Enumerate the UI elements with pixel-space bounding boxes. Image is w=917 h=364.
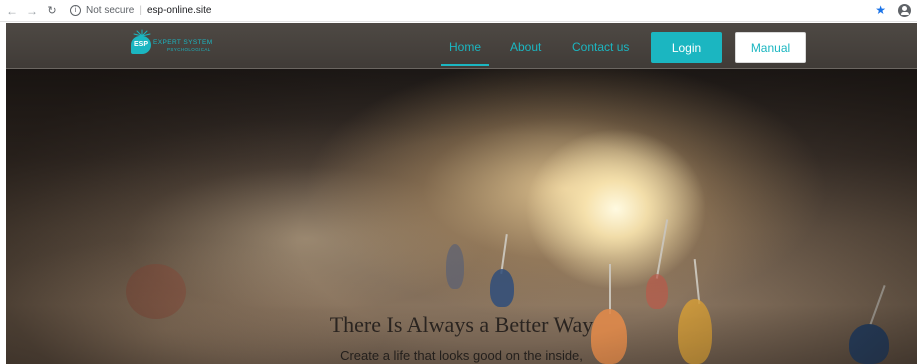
nav-contact-link[interactable]: Contact us: [572, 40, 629, 54]
hero-subtitle: Create a life that looks good on the ins…: [340, 348, 583, 363]
logo-title: EXPERT SYSTEM: [153, 39, 213, 46]
address-bar[interactable]: i Not secure | esp-online.site: [70, 3, 211, 19]
info-icon[interactable]: i: [70, 5, 81, 16]
hero-banner: There Is Always a Better Way Create a li…: [6, 69, 917, 364]
browser-toolbar: ← → ↻ i Not secure | esp-online.site ★: [0, 0, 917, 22]
logo-subtitle: PSYCHOLOGICAL: [167, 47, 211, 52]
back-arrow-icon[interactable]: ←: [4, 3, 20, 19]
url-text[interactable]: esp-online.site: [147, 5, 211, 16]
nav-home-link[interactable]: Home: [440, 40, 490, 66]
hero-title: There Is Always a Better Way: [329, 312, 594, 337]
forward-arrow-icon[interactable]: →: [24, 3, 40, 19]
bookmark-star-icon[interactable]: ★: [875, 3, 886, 17]
security-status: Not secure: [86, 5, 135, 16]
web-page: ESP EXPERT SYSTEM PSYCHOLOGICAL Home Abo…: [6, 23, 917, 364]
manual-button[interactable]: Manual: [735, 32, 806, 63]
login-button[interactable]: Login: [651, 32, 722, 63]
divider: |: [139, 5, 142, 16]
site-logo[interactable]: ESP EXPERT SYSTEM PSYCHOLOGICAL: [131, 29, 221, 61]
logo-badge: ESP: [131, 36, 151, 54]
reload-icon[interactable]: ↻: [44, 3, 60, 19]
nav-about-link[interactable]: About: [510, 40, 541, 54]
site-header: ESP EXPERT SYSTEM PSYCHOLOGICAL Home Abo…: [6, 23, 917, 69]
profile-icon[interactable]: [898, 3, 911, 17]
